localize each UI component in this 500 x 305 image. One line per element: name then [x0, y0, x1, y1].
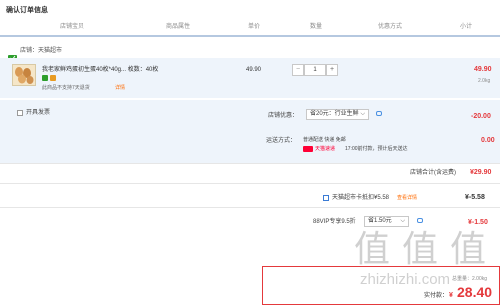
shop-discount-label: 店铺优惠： — [268, 113, 299, 119]
shop-name[interactable]: 店铺：天猫超市 — [20, 47, 62, 55]
col-header-item: 店铺宝贝 — [60, 24, 85, 30]
tmall-tag: 天猫速递 — [315, 146, 336, 152]
table-header: 店铺宝贝 商品属性 单价 数量 优惠方式 小计 — [0, 21, 500, 33]
detail-link[interactable]: 详情 — [115, 85, 125, 92]
vip-label: 88VIP专享9.5折 — [313, 219, 356, 225]
item-subtotal: 49.90 — [474, 66, 492, 73]
page-title: 确认订单信息 — [6, 7, 48, 14]
coupon-amount: ¥-5.58 — [465, 194, 485, 201]
unit-price: 49.90 — [246, 67, 262, 73]
chevron-down-icon: ⌵ — [360, 111, 365, 117]
delivery-note: 17:00前付款，预计后天送达 — [345, 146, 408, 152]
product-name[interactable]: 我老家鲜鸡蛋初生蛋40枚*40g... 枚数：40枚 — [42, 66, 158, 74]
options-block — [0, 100, 500, 163]
pay-currency: ¥ — [449, 292, 453, 299]
decrement-button[interactable]: − — [292, 64, 304, 76]
divider — [0, 183, 500, 184]
pay-label: 实付款： — [424, 293, 449, 299]
chat-icon[interactable] — [417, 218, 423, 223]
col-header-discount: 优惠方式 — [378, 24, 403, 30]
shop-discount-amount: -20.00 — [471, 113, 491, 120]
invoice-checkbox[interactable] — [17, 110, 23, 116]
quantity-stepper: − 1 + — [292, 64, 338, 76]
badge-icon — [50, 75, 56, 81]
badge-icon — [42, 75, 48, 81]
invoice-label: 开具发票 — [26, 110, 51, 116]
tmall-logo-icon — [303, 146, 313, 152]
vip-select-value: 省1.50元 — [368, 218, 392, 224]
shop-total-value: ¥29.90 — [470, 169, 492, 176]
coupon-checkbox[interactable] — [323, 195, 329, 201]
increment-button[interactable]: + — [326, 64, 338, 76]
shipping-amount: 0.00 — [481, 137, 495, 144]
shop-discount-select[interactable]: 省20元：行业生鲜 ⌵ — [306, 109, 369, 120]
shop-icon — [8, 48, 17, 61]
shipping-label: 运送方式： — [266, 138, 297, 144]
total-weight: 总重量：2.00kg — [452, 276, 488, 282]
shipping-method: 普通配送 快递 免邮 — [303, 137, 346, 143]
return-note: 此商品不支持7天退货 — [42, 85, 90, 91]
item-weight: 2.0kg — [478, 78, 491, 84]
chat-icon[interactable] — [376, 111, 382, 116]
product-row — [0, 58, 500, 98]
quantity-input[interactable]: 1 — [304, 64, 326, 76]
watermark-glyph: 值 — [354, 229, 391, 270]
divider — [0, 163, 500, 164]
vip-select[interactable]: 省1.50元 ⌵ — [364, 216, 409, 227]
coupon-detail-link[interactable]: 查看详情 — [397, 195, 417, 202]
pay-amount: 28.40 — [457, 284, 493, 300]
header-divider — [0, 35, 500, 37]
vip-amount: ¥-1.50 — [468, 219, 488, 226]
shop-discount-value: 省20元：行业生鲜 — [310, 111, 359, 117]
col-header-attr: 商品属性 — [166, 24, 191, 30]
shop-total-label: 店铺合计(含运费) — [410, 170, 456, 176]
chevron-down-icon: ⌵ — [400, 218, 405, 224]
product-image[interactable] — [12, 64, 36, 86]
watermark-glyph: 值 — [450, 229, 487, 270]
divider — [0, 207, 500, 208]
watermark-glyph: 值 — [402, 229, 439, 270]
col-header-price: 单价 — [248, 24, 261, 30]
coupon-label: 天猫超市卡抵扣¥5.58 — [332, 195, 390, 201]
col-header-subtotal: 小计 — [460, 24, 473, 30]
col-header-qty: 数量 — [310, 24, 323, 30]
